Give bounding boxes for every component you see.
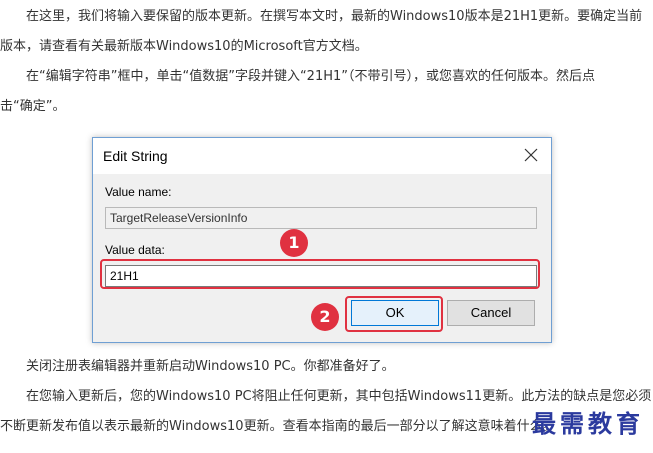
paragraph-2-line-1: 在“编辑字符串”框中，单击“值数据”字段并键入“21H1”（不带引号），或您喜欢… [26,69,595,84]
paragraph-1-line-1: 在这里，我们将输入要保留的版本更新。在撰写本文时，最新的Windows10版本是… [26,9,643,24]
dialog-title: Edit String [103,148,168,164]
watermark-logo: 最需教育 [532,409,644,438]
close-icon[interactable] [523,147,539,163]
dialog-titlebar: Edit String [93,138,551,174]
ok-button-highlight [345,296,443,332]
cancel-button[interactable]: Cancel [447,300,535,326]
step-2-badge: 2 [311,303,339,331]
paragraph-3-line-1: 关闭注册表编辑器并重新启动Windows10 PC。你都准备好了。 [26,359,395,374]
value-name-field: TargetReleaseVersionInfo [105,207,537,229]
paragraph-1-line-2: 版本，请查看有关最新版本Windows10的Microsoft官方文档。 [0,39,368,54]
edit-string-dialog: Edit String Value name: TargetReleaseVer… [92,137,552,343]
paragraph-3: 关闭注册表编辑器并重新启动Windows10 PC。你都准备好了。 [0,352,653,382]
value-data-label: Value data: [105,243,165,257]
paragraph-2-line-2: 击“确定”。 [0,99,66,114]
step-1-badge: 1 [280,229,308,257]
value-name-label: Value name: [105,185,172,199]
value-data-highlight [100,259,540,289]
paragraph-1: 在这里，我们将输入要保留的版本更新。在撰写本文时，最新的Windows10版本是… [0,2,653,62]
paragraph-2: 在“编辑字符串”框中，单击“值数据”字段并键入“21H1”（不带引号），或您喜欢… [0,62,653,122]
